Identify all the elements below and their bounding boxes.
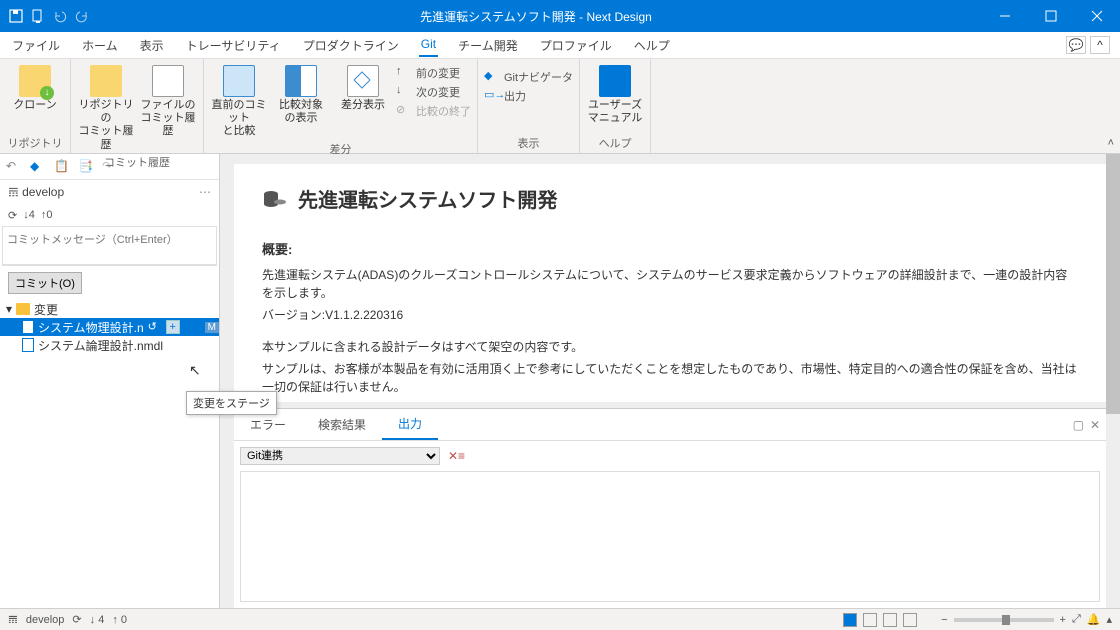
- status-down: ↓ 4: [90, 614, 105, 626]
- status-sync-icon[interactable]: ⟳: [72, 613, 81, 626]
- ribbon-group-history: コミット履歴: [77, 152, 197, 172]
- diff-view-button[interactable]: 差分表示: [334, 63, 392, 139]
- modified-badge: M: [205, 322, 219, 333]
- status-chevron-icon[interactable]: ▴: [1106, 613, 1112, 626]
- status-up: ↑ 0: [112, 614, 127, 626]
- window-title: 先進運転システムソフト開発 - Next Design: [90, 8, 982, 25]
- save-icon[interactable]: [8, 8, 24, 24]
- status-icon-a[interactable]: ⤢: [1072, 613, 1081, 626]
- ribbon-expand-icon[interactable]: ˄: [1108, 137, 1114, 149]
- tab-help[interactable]: ヘルプ: [632, 33, 672, 58]
- commit-button[interactable]: コミット(O): [8, 272, 82, 294]
- ribbon-group-diff: 差分: [210, 139, 471, 159]
- overview-p3: 本サンプルに含まれる設計データはすべて架空の内容です。: [262, 338, 1078, 356]
- git-navigator-button[interactable]: ◆Gitナビゲータ: [484, 69, 573, 85]
- doc-title: 先進運転システムソフト開発: [262, 184, 1078, 213]
- file-history-button[interactable]: ファイルの コミット履歴: [139, 63, 197, 152]
- revert-icon[interactable]: ↺: [148, 320, 162, 334]
- feedback-icon[interactable]: 💬: [1066, 36, 1086, 54]
- branch-name[interactable]: develop: [22, 185, 64, 199]
- overview-p2: バージョン:V1.1.2.220316: [262, 306, 1078, 324]
- branch-icon: 𝌎: [8, 185, 22, 199]
- undo-icon[interactable]: [52, 8, 68, 24]
- incoming-count: ↓4: [23, 209, 35, 221]
- status-branch-icon: 𝌎: [8, 613, 18, 626]
- prev-change-button[interactable]: ↑前の変更: [396, 65, 471, 81]
- tab-home[interactable]: ホーム: [80, 33, 120, 58]
- notifications-icon[interactable]: 🔔: [1087, 613, 1101, 626]
- close-button[interactable]: [1074, 0, 1120, 32]
- zoom-slider[interactable]: [954, 618, 1054, 622]
- next-change-button[interactable]: ↓次の変更: [396, 84, 471, 100]
- tree-item-physical[interactable]: システム物理設計.n ↺ + M: [0, 318, 219, 336]
- outgoing-count: ↑0: [41, 209, 53, 221]
- output-filter-select[interactable]: Git連携: [240, 447, 440, 465]
- clone-button[interactable]: ↓ クローン: [6, 63, 64, 133]
- overview-p4: サンプルは、お客様が本製品を有効に活用頂く上で参考にしていただくことを想定したも…: [262, 360, 1078, 396]
- minimize-button[interactable]: [982, 0, 1028, 32]
- overview-heading: 概要:: [262, 239, 1078, 258]
- repo-history-button[interactable]: リポジトリの コミット履歴: [77, 63, 135, 152]
- sync-icon[interactable]: ⟳: [8, 209, 17, 222]
- main-scrollbar[interactable]: [1106, 154, 1120, 600]
- ribbon-group-view: 表示: [484, 133, 573, 153]
- layout-icon-3[interactable]: [883, 613, 897, 627]
- branch-menu-icon[interactable]: ⋯: [199, 185, 211, 199]
- output-body: [240, 471, 1100, 602]
- lp-icon-3[interactable]: 📋: [54, 159, 70, 175]
- tab-trace[interactable]: トレーサビリティ: [184, 33, 283, 58]
- zoom-out-icon[interactable]: −: [941, 614, 947, 626]
- tab-team[interactable]: チーム開発: [456, 33, 520, 58]
- zoom-in-icon[interactable]: +: [1060, 614, 1066, 626]
- clear-output-icon[interactable]: ✕≡: [448, 449, 465, 463]
- collapse-ribbon-icon[interactable]: ^: [1090, 36, 1110, 54]
- db-icon: [262, 188, 288, 210]
- layout-icon-2[interactable]: [863, 613, 877, 627]
- tab-product[interactable]: プロダクトライン: [301, 33, 401, 58]
- tab-output[interactable]: 出力: [382, 409, 438, 440]
- tree-item-logical[interactable]: システム論理設計.nmdl M: [0, 336, 219, 354]
- panel-close-icon[interactable]: ✕: [1090, 418, 1100, 432]
- tree-root-changes[interactable]: ▾ 変更: [0, 300, 219, 318]
- compare-prev-button[interactable]: 直前のコミット と比較: [210, 63, 268, 139]
- file-icon: [22, 320, 34, 334]
- file-icon: [22, 338, 34, 352]
- collapse-icon[interactable]: ▾: [6, 302, 12, 316]
- ribbon-group-help: ヘルプ: [586, 133, 644, 153]
- overview-p1: 先進運転システム(ADAS)のクルーズコントロールシステムについて、システムのサ…: [262, 266, 1078, 302]
- new-icon[interactable]: [30, 8, 46, 24]
- git-nav-icon[interactable]: ◆: [30, 159, 46, 175]
- tab-git[interactable]: Git: [419, 33, 438, 57]
- stage-plus-icon[interactable]: +: [166, 320, 180, 334]
- manual-button[interactable]: ユーザーズ マニュアル: [586, 63, 644, 133]
- compare-target-button[interactable]: 比較対象 の表示: [272, 63, 330, 139]
- tab-profile[interactable]: プロファイル: [538, 33, 614, 58]
- tab-view[interactable]: 表示: [138, 33, 166, 58]
- tab-file[interactable]: ファイル: [10, 33, 62, 58]
- commit-message-input[interactable]: [2, 226, 217, 265]
- folder-icon: [16, 303, 30, 315]
- redo-icon[interactable]: [74, 8, 90, 24]
- ribbon-group-repo: リポジトリ: [6, 133, 64, 153]
- tab-search[interactable]: 検索結果: [302, 410, 382, 439]
- layout-icon-4[interactable]: [903, 613, 917, 627]
- layout-icon-1[interactable]: [843, 613, 857, 627]
- output-button[interactable]: ▭→出力: [484, 88, 573, 104]
- end-compare-button[interactable]: ⊘比較の終了: [396, 103, 471, 119]
- back-arrow-icon[interactable]: ↶: [6, 159, 22, 175]
- panel-dock-icon[interactable]: ▢: [1073, 418, 1084, 432]
- stage-tooltip: 変更をステージ: [186, 391, 277, 415]
- status-branch[interactable]: develop: [26, 614, 65, 626]
- maximize-button[interactable]: [1028, 0, 1074, 32]
